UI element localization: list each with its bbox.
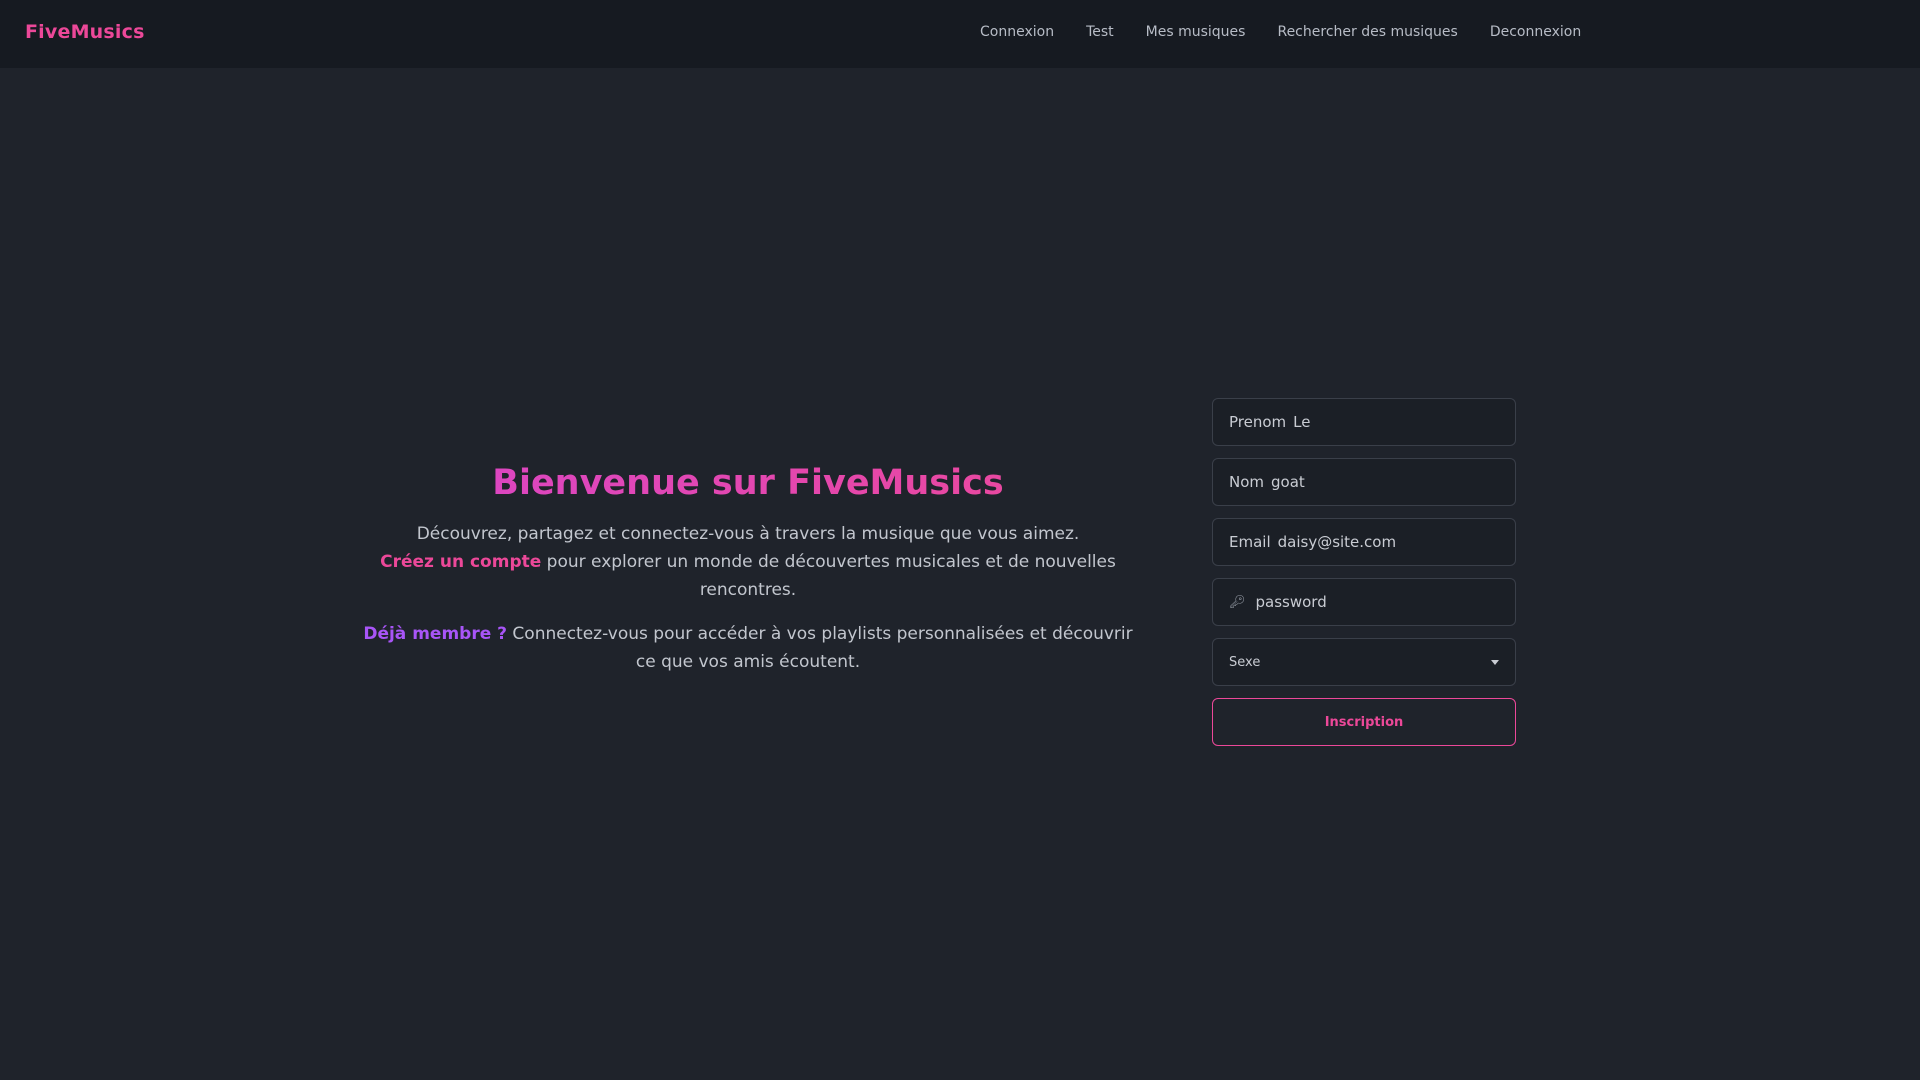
prenom-label: Prenom <box>1229 413 1287 431</box>
hero-section: Bienvenue sur FiveMusics Découvrez, part… <box>360 462 1136 692</box>
hero-intro-paragraph: Découvrez, partagez et connectez-vous à … <box>360 520 1136 604</box>
hero-title: Bienvenue sur FiveMusics <box>360 462 1136 504</box>
nom-input[interactable] <box>1271 473 1499 491</box>
signup-form: Prenom Nom Email 🔑︎ Sexe Inscription <box>1212 398 1516 746</box>
email-label: Email <box>1229 533 1271 551</box>
sexe-selected-value: Sexe <box>1229 654 1261 670</box>
navbar: FiveMusics Connexion Test Mes musiques R… <box>0 0 1920 68</box>
nav-link-mes-musiques[interactable]: Mes musiques <box>1146 24 1246 40</box>
hero-member-paragraph: Déjà membre ? Connectez-vous pour accéde… <box>360 620 1136 676</box>
prenom-input[interactable] <box>1293 413 1499 431</box>
key-icon: 🔑︎ <box>1229 594 1246 610</box>
password-field[interactable]: 🔑︎ <box>1212 578 1516 626</box>
create-account-highlight: Créez un compte <box>380 552 542 572</box>
password-input[interactable] <box>1255 593 1499 611</box>
sexe-select[interactable]: Sexe <box>1212 638 1516 686</box>
nav-link-test[interactable]: Test <box>1086 24 1114 40</box>
nom-field[interactable]: Nom <box>1212 458 1516 506</box>
caret-down-icon <box>1491 659 1499 665</box>
already-member-highlight: Déjà membre ? <box>363 624 508 644</box>
prenom-field[interactable]: Prenom <box>1212 398 1516 446</box>
hero-intro-line: Découvrez, partagez et connectez-vous à … <box>416 524 1080 544</box>
inscription-button[interactable]: Inscription <box>1212 698 1516 746</box>
nav-link-deconnexion[interactable]: Deconnexion <box>1490 24 1581 40</box>
email-input[interactable] <box>1277 533 1499 551</box>
nav-link-rechercher-des-musiques[interactable]: Rechercher des musiques <box>1277 24 1457 40</box>
email-field[interactable]: Email <box>1212 518 1516 566</box>
hero-intro-rest: pour explorer un monde de découvertes mu… <box>541 552 1116 600</box>
nav-links: Connexion Test Mes musiques Rechercher d… <box>980 24 1581 40</box>
nav-link-connexion[interactable]: Connexion <box>980 24 1054 40</box>
brand-logo[interactable]: FiveMusics <box>25 21 145 43</box>
hero-member-rest: Connectez-vous pour accéder à vos playli… <box>507 624 1133 672</box>
nom-label: Nom <box>1229 473 1265 491</box>
